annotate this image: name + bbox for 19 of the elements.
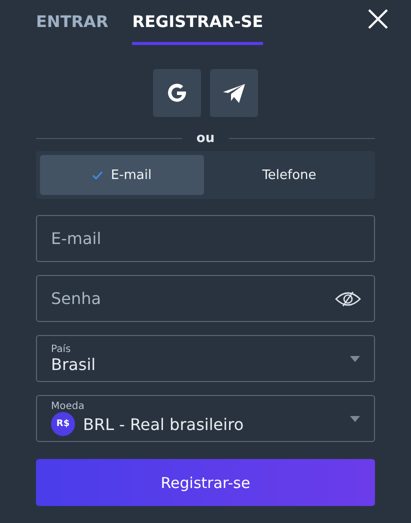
toggle-option[interactable]: Telefone [208,155,371,195]
tab[interactable]: ENTRAR [36,0,108,45]
email-field[interactable]: E-mail [36,215,375,262]
social-login-button[interactable] [210,69,258,117]
social-login-button[interactable] [153,69,201,117]
tab[interactable]: REGISTRAR-SE [132,0,264,45]
eye-slash-icon[interactable] [335,290,361,308]
check-icon [92,170,103,180]
toggle-option[interactable]: E-mail [40,155,204,195]
country-select[interactable]: País Brasil [36,335,375,382]
close-button[interactable] [367,8,389,30]
caret-icon [350,356,360,362]
caret-icon [350,416,360,422]
currency-select[interactable]: Moeda R$ BRL - Real brasileiro [36,395,375,442]
divider-text: ou [196,130,215,146]
password-field[interactable]: Senha [36,275,375,322]
register-button[interactable]: Registrar-se [36,459,375,506]
paper-plane-icon [222,82,246,104]
currency-badge: R$ [51,412,75,436]
